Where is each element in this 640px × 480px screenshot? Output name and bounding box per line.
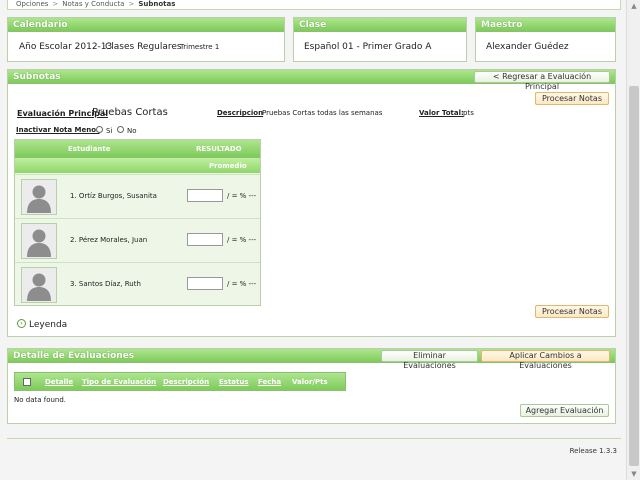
student-name: 3. Santos Díaz, Ruth	[70, 280, 141, 288]
delete-evaluations-button[interactable]: Eliminar Evaluaciones	[381, 350, 478, 370]
breadcrumb-separator: >	[128, 0, 135, 8]
radio-no[interactable]	[117, 126, 124, 133]
score-input[interactable]	[187, 189, 223, 202]
student-grid: Estudiante RESULTADO Promedio 1. Ortíz B…	[14, 139, 261, 306]
person-silhouette-icon	[22, 268, 56, 302]
breadcrumb: Opciones > Notas y Conducta > Subnotas	[7, 0, 621, 10]
col-fecha[interactable]: Fecha	[258, 378, 281, 386]
clase-panel: Clase Español 01 - Primer Grado A	[293, 17, 467, 62]
total-value-label: Valor Total:	[419, 109, 464, 117]
col-tipo[interactable]: Tipo de Evaluación	[82, 378, 156, 386]
score-percent: / = % ---	[227, 280, 257, 288]
table-row: 2. Pérez Morales, Juan / = % ---	[15, 218, 260, 262]
person-silhouette-icon	[22, 180, 56, 214]
subnotas-title-text: Subnotas	[13, 72, 61, 82]
col-valor: Valor/Pts	[292, 378, 328, 386]
col-descripcion[interactable]: Descripción	[163, 378, 209, 386]
process-grades-button-bottom[interactable]: Procesar Notas	[535, 305, 609, 318]
avatar	[21, 179, 57, 215]
breadcrumb-item-subnotas: Subnotas	[138, 0, 176, 8]
expand-arrow-icon[interactable]: ›	[17, 319, 26, 328]
add-evaluation-button[interactable]: Agregar Evaluación	[520, 404, 609, 417]
table-row: 1. Ortíz Burgos, Susanita / = % ---	[15, 174, 260, 218]
calendario-term: Trimestre 1	[180, 43, 220, 51]
breadcrumb-item-opciones[interactable]: Opciones	[16, 0, 48, 8]
total-value: pts	[463, 109, 474, 117]
radio-no-label: No	[127, 127, 137, 135]
vertical-scrollbar[interactable]: ▲ ▼	[626, 0, 640, 480]
clase-value: Español 01 - Primer Grado A	[304, 42, 432, 52]
scroll-up-icon[interactable]: ▲	[627, 0, 640, 12]
score-percent: / = % ---	[227, 192, 257, 200]
select-all-checkbox[interactable]	[23, 378, 31, 386]
page: Opciones > Notas y Conducta > Subnotas Calen…	[0, 0, 626, 480]
main-evaluation-value: Pruebas Cortas	[92, 107, 168, 118]
col-result: RESULTADO	[196, 145, 242, 153]
clase-title: Clase	[294, 18, 466, 32]
score-input[interactable]	[187, 277, 223, 290]
inactivate-lowest-label: Inactivar Nota Menor	[16, 126, 100, 134]
breadcrumb-item-notas[interactable]: Notas y Conducta	[62, 0, 124, 8]
col-student: Estudiante	[68, 145, 111, 153]
maestro-title: Maestro	[476, 18, 615, 32]
student-name: 2. Pérez Morales, Juan	[70, 236, 148, 244]
avatar	[21, 267, 57, 303]
col-detalle[interactable]: Detalle	[45, 378, 73, 386]
footer: Release 1.3.3	[7, 438, 621, 458]
col-average: Promedio	[209, 162, 247, 170]
maestro-value: Alexander Guédez	[486, 42, 569, 52]
empty-table-message: No data found.	[14, 396, 67, 404]
description-label: Descripcion	[217, 109, 264, 117]
radio-si[interactable]	[96, 126, 103, 133]
calendario-title: Calendario	[8, 18, 284, 32]
grid-subheader: Promedio	[15, 157, 260, 173]
student-name: 1. Ortíz Burgos, Susanita	[70, 192, 157, 200]
legend-link[interactable]: Leyenda	[29, 320, 67, 330]
apply-changes-button[interactable]: Aplicar Cambios a Evaluaciones	[481, 350, 610, 370]
radio-si-label: Si	[106, 127, 113, 135]
detalle-title-text: Detalle de Evaluaciones	[13, 351, 135, 361]
evaluations-table-header: Detalle Tipo de Evaluación Descripción E…	[14, 372, 346, 391]
back-to-main-evaluation-button[interactable]: < Regresar a Evaluación Principal	[474, 71, 610, 91]
scroll-down-icon[interactable]: ▼	[627, 468, 640, 480]
calendario-type: Clases Regulares	[105, 42, 182, 52]
description-value: Pruebas Cortas todas las semanas	[262, 109, 383, 117]
calendario-panel: Calendario Año Escolar 2012-13 Clases Re…	[7, 17, 285, 62]
breadcrumb-separator: >	[52, 0, 59, 8]
score-percent: / = % ---	[227, 236, 257, 244]
release-version: Release 1.3.3	[569, 447, 617, 455]
score-input[interactable]	[187, 233, 223, 246]
calendario-year: Año Escolar 2012-13	[19, 42, 113, 52]
maestro-panel: Maestro Alexander Guédez	[475, 17, 616, 62]
col-estatus[interactable]: Estatus	[219, 378, 249, 386]
table-row: 3. Santos Díaz, Ruth / = % ---	[15, 262, 260, 306]
process-grades-button-top[interactable]: Procesar Notas	[535, 92, 609, 105]
person-silhouette-icon	[22, 224, 56, 258]
scroll-thumb[interactable]	[629, 86, 639, 466]
grid-header: Estudiante RESULTADO	[15, 140, 260, 157]
avatar	[21, 223, 57, 259]
